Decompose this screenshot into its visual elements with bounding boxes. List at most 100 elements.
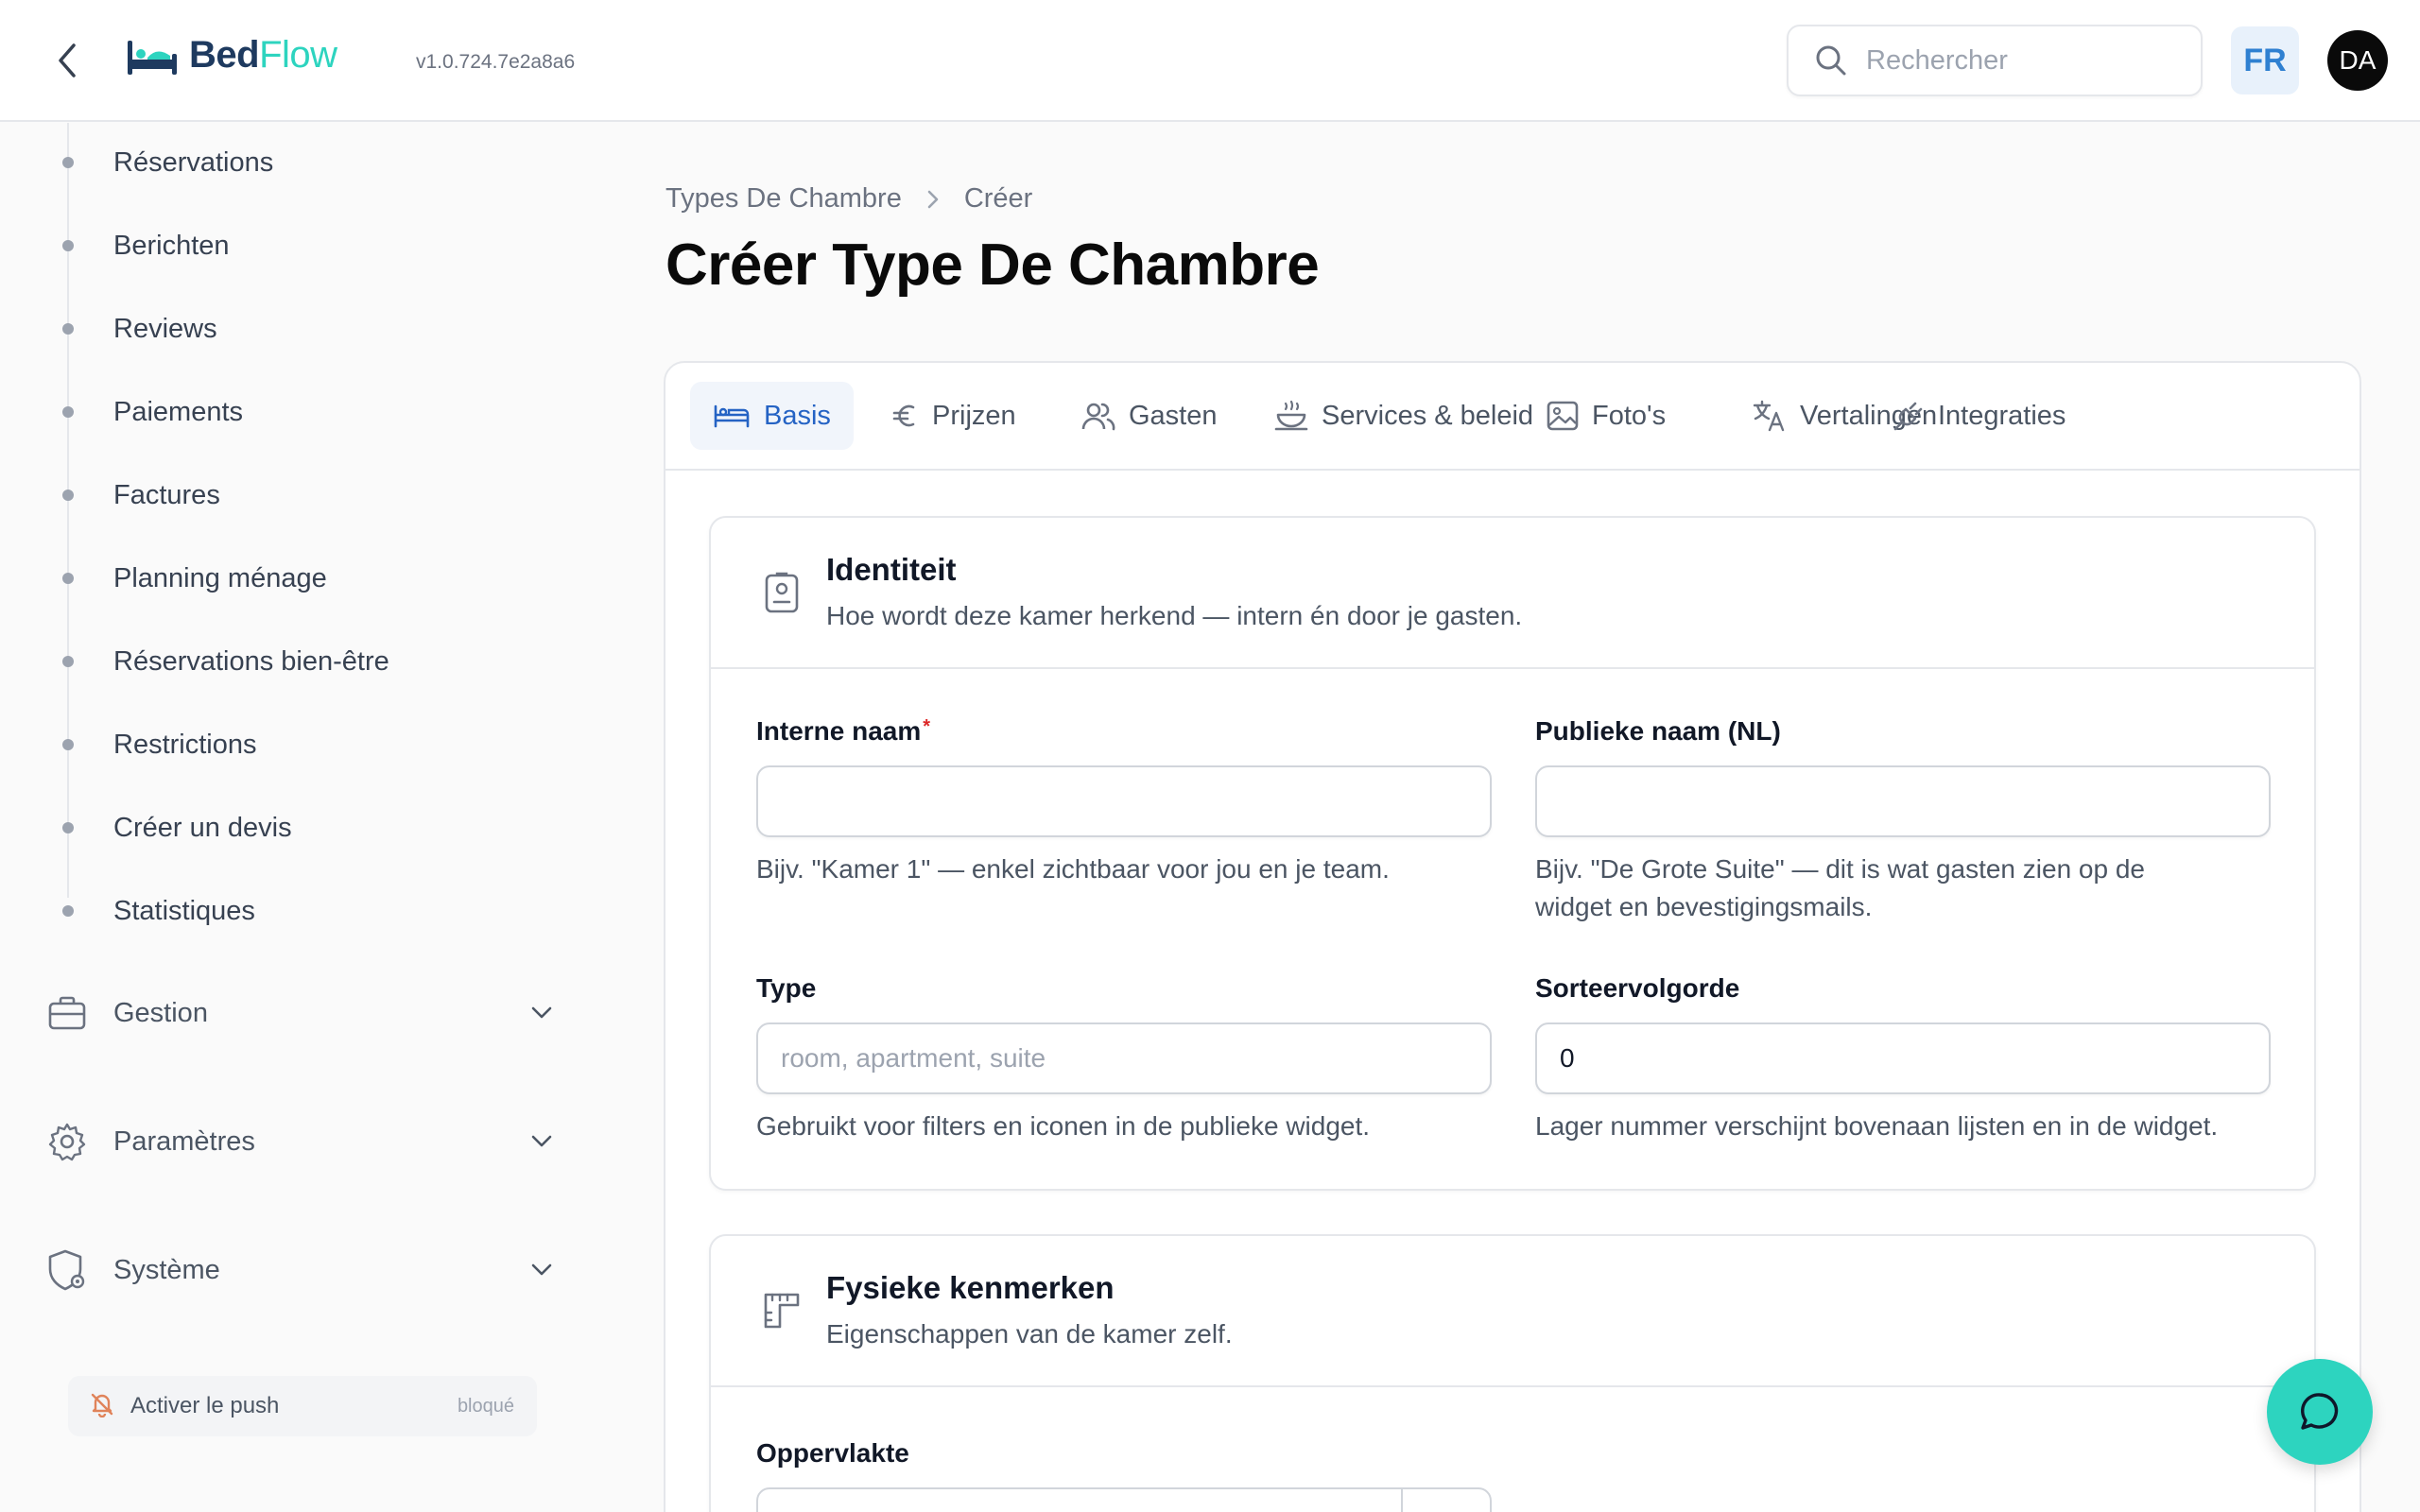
sort-order-label: Sorteervolgorde [1535, 973, 1740, 1003]
user-avatar[interactable]: DA [2327, 30, 2388, 91]
push-label: Activer le push [130, 1393, 280, 1418]
chevron-down-icon [527, 1256, 556, 1284]
app-logo[interactable]: BedFlow [125, 34, 337, 77]
briefcase-icon [45, 991, 89, 1035]
chat-bubble-icon [2301, 1393, 2339, 1430]
sidebar-item-berichten[interactable]: Berichten [0, 219, 567, 272]
public-name-label: Publieke naam (NL) [1535, 716, 1781, 746]
euro-icon [892, 404, 915, 427]
physical-section: Fysieke kenmerken Eigenschappen van de k… [709, 1234, 2316, 1512]
push-notifications-toggle[interactable]: Activer le push bloqué [68, 1376, 537, 1436]
sidebar-item-restrictions[interactable]: Restrictions [0, 718, 567, 771]
chevron-left-icon [59, 43, 76, 77]
version-label: v1.0.724.7e2a8a6 [416, 51, 576, 73]
sidebar-group-gestion[interactable]: Gestion [45, 985, 556, 1041]
nav-bullet [62, 739, 74, 750]
nav-bullet [62, 157, 74, 168]
sidebar-item-reservations-bien-etre[interactable]: Réservations bien-être [0, 635, 567, 688]
back-button[interactable] [45, 38, 87, 83]
chevron-down-icon [527, 1127, 556, 1156]
tab-gasten[interactable]: Gasten [1059, 382, 1240, 450]
image-icon [1547, 401, 1579, 431]
sidebar-item-planning-menage[interactable]: Planning ménage [0, 552, 567, 605]
sidebar-item-factures[interactable]: Factures [0, 469, 567, 522]
users-icon [1081, 403, 1115, 431]
floor-plan-icon [760, 1289, 804, 1332]
id-badge-icon [760, 571, 804, 614]
tab-label: Integraties [1938, 400, 2066, 431]
identity-section: Identiteit Hoe wordt deze kamer herkend … [709, 516, 2316, 1191]
sidebar-item-creer-devis[interactable]: Créer un devis [0, 801, 567, 854]
sidebar-item-label: Berichten [113, 230, 230, 261]
shield-gear-icon [45, 1248, 89, 1292]
sidebar-item-label: Reviews [113, 313, 217, 344]
gear-icon [45, 1120, 89, 1163]
push-status-badge: bloqué [457, 1395, 514, 1417]
sidebar-group-label: Système [113, 1254, 220, 1285]
public-name-input[interactable] [1535, 765, 2271, 837]
sidebar-group-parametres[interactable]: Paramètres [45, 1113, 556, 1170]
nav-bullet [62, 573, 74, 584]
chat-button[interactable] [2267, 1359, 2373, 1465]
tab-label: Prijzen [932, 400, 1016, 431]
sidebar-item-label: Réservations [113, 146, 274, 178]
sidebar-item-reservations[interactable]: Réservations [0, 136, 567, 189]
sidebar-item-paiements[interactable]: Paiements [0, 386, 567, 438]
nav-bullet [62, 905, 74, 917]
sort-order-input[interactable] [1535, 1022, 2271, 1094]
bell-off-icon [89, 1391, 115, 1422]
tab-services-beleid[interactable]: Services & beleid [1252, 382, 1556, 450]
area-label: Oppervlakte [756, 1438, 909, 1468]
nav-bullet [62, 822, 74, 833]
chevron-right-icon [927, 190, 939, 208]
sidebar-item-label: Réservations bien-être [113, 645, 389, 677]
page-title: Créer Type De Chambre [666, 232, 1320, 298]
chevron-down-icon [527, 999, 556, 1027]
sidebar-item-label: Créer un devis [113, 812, 292, 843]
type-hint: Gebruikt voor filters en iconen in de pu… [756, 1111, 1371, 1141]
sidebar-group-systeme[interactable]: Système [45, 1242, 556, 1298]
internal-name-input[interactable] [756, 765, 1492, 837]
plug-icon [1893, 402, 1923, 431]
search-icon [1816, 45, 1846, 76]
physical-section-header: Fysieke kenmerken Eigenschappen van de k… [711, 1236, 2314, 1387]
sidebar-group-label: Gestion [113, 997, 208, 1028]
tab-label: Basis [764, 400, 831, 431]
internal-name-label: Interne naam * [756, 716, 930, 747]
breadcrumb-parent-link[interactable]: Types De Chambre [666, 183, 902, 215]
section-title: Fysieke kenmerken [826, 1270, 1115, 1305]
nav-bullet [62, 656, 74, 667]
top-bar: BedFlow v1.0.724.7e2a8a6 Rechercher FR D… [0, 0, 2420, 122]
tab-label: Services & beleid [1322, 400, 1534, 431]
sidebar-item-label: Paiements [113, 396, 244, 427]
internal-name-hint: Bijv. "Kamer 1" — enkel zichtbaar voor j… [756, 854, 1390, 884]
tab-basis[interactable]: Basis [690, 382, 854, 450]
tab-integraties[interactable]: Integraties [1870, 382, 2088, 450]
type-input[interactable] [756, 1022, 1492, 1094]
tab-label: Foto's [1592, 400, 1667, 431]
required-marker: * [923, 716, 931, 737]
area-input-group: m² [756, 1487, 1492, 1512]
logo-text: BedFlow [189, 34, 337, 76]
public-name-hint: Bijv. "De Grote Suite" — dit is wat gast… [1535, 850, 2145, 926]
tab-fotos[interactable]: Foto's [1524, 382, 1688, 450]
nav-bullet [62, 323, 74, 335]
hint-line: widget en bevestigingsmails. [1535, 892, 1873, 921]
sort-order-hint: Lager nummer verschijnt bovenaan lijsten… [1535, 1111, 2219, 1141]
tab-label: Gasten [1129, 400, 1218, 431]
hint-line: Bijv. "De Grote Suite" — dit is wat gast… [1535, 854, 2145, 884]
sidebar-item-statistiques[interactable]: Statistiques [0, 885, 567, 937]
breadcrumb: Types De Chambre Créer [666, 183, 1032, 215]
nav-bullet [62, 240, 74, 251]
tab-prijzen[interactable]: Prijzen [868, 382, 1039, 450]
area-input[interactable] [758, 1489, 1401, 1512]
sidebar-item-reviews[interactable]: Reviews [0, 302, 567, 355]
sidebar-item-label: Planning ménage [113, 562, 327, 593]
sidebar-item-label: Statistiques [113, 895, 255, 926]
breadcrumb-current: Créer [963, 183, 1033, 214]
nav-bullet [62, 490, 74, 501]
tab-bar: Basis Prijzen Gasten Services & beleid F… [666, 363, 2360, 471]
area-unit-addon: m² [1401, 1489, 1490, 1512]
search-box[interactable]: Rechercher [1787, 25, 2203, 96]
language-switch-button[interactable]: FR [2231, 26, 2299, 94]
